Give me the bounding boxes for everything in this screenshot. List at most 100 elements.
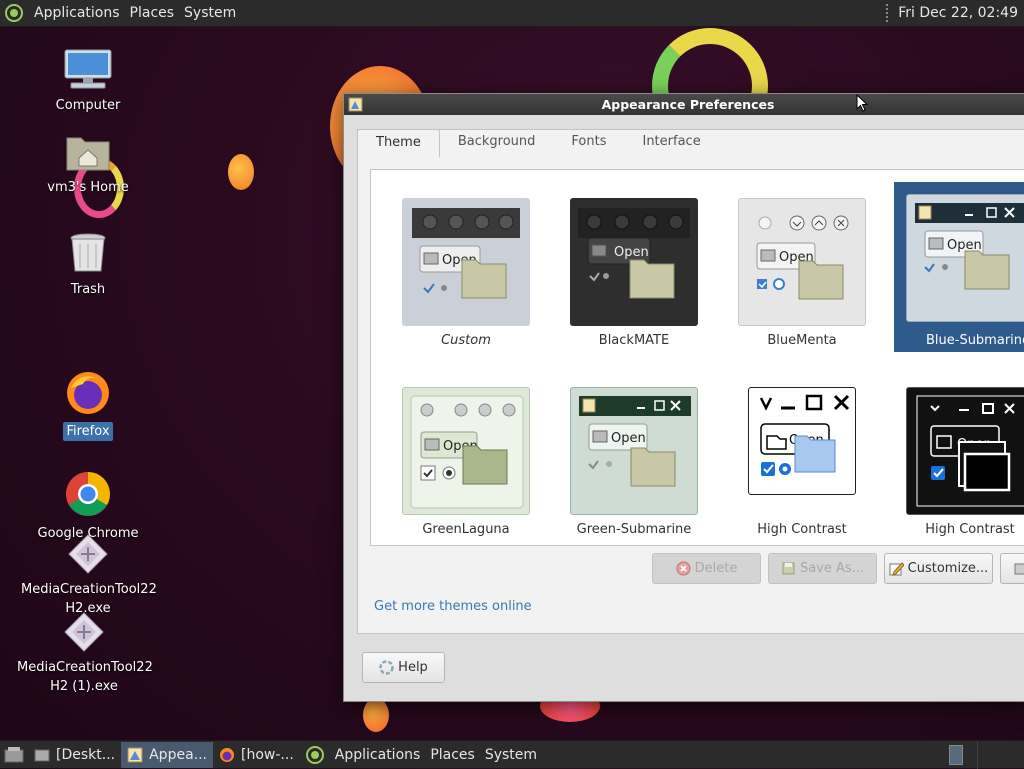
theme-item-high-contrast[interactable]: Open High Contrast (718, 377, 886, 546)
theme-name: Blue-Submarine (894, 333, 1024, 348)
clock[interactable]: Fri Dec 22, 02:49 (898, 5, 1024, 21)
exe-file-icon (64, 612, 104, 652)
top-panel: Applications Places System Fri Dec 22, 0… (0, 0, 1024, 27)
theme-name: High Contrast (718, 522, 886, 537)
theme-preview: Open (748, 387, 856, 495)
theme-name: GreenLaguna (382, 522, 550, 537)
install-button[interactable] (1000, 553, 1024, 584)
firefox-icon (219, 747, 235, 763)
desktop-icon-label-2: H2 (1).exe (47, 677, 121, 696)
theme-name: Custom (382, 333, 550, 348)
theme-preview: Open (570, 387, 698, 515)
desktop-icon-home[interactable]: vm3's Home (18, 132, 158, 197)
panel-separator (977, 741, 978, 769)
theme-item-custom[interactable]: Open Custom (382, 188, 550, 358)
install-icon (1013, 561, 1024, 576)
tab-theme[interactable]: Theme (357, 129, 440, 157)
thumb-open-label: Open (611, 431, 646, 446)
firefox-icon (65, 370, 111, 416)
menu-system-bottom[interactable]: System (480, 747, 542, 763)
appearance-icon (348, 97, 363, 112)
menu-system[interactable]: System (179, 5, 241, 21)
task-appearance[interactable]: Appea... (121, 742, 213, 768)
task-label: [Deskt... (56, 747, 115, 763)
menu-applications[interactable]: Applications (29, 5, 125, 21)
window-titlebar[interactable]: Appearance Preferences (344, 94, 1024, 115)
tab-background[interactable]: Background (440, 129, 554, 157)
save-icon (781, 561, 796, 576)
customize-button[interactable]: Customize... (884, 553, 993, 584)
trash-icon (68, 232, 108, 274)
help-icon (379, 660, 394, 675)
desktop-icon-label: Computer (53, 96, 124, 115)
customize-label: Customize... (908, 561, 989, 576)
bottom-panel: [Deskt... Appea... [how-... Applications… (0, 740, 1024, 768)
theme-preview: Open (906, 194, 1024, 322)
help-label: Help (398, 660, 428, 675)
desktop-icon-label: Firefox (63, 422, 112, 441)
wallpaper-orange-dot (228, 154, 254, 190)
theme-preview: Open (402, 387, 530, 515)
theme-gallery: Open Custom Open (370, 169, 1024, 546)
desktop-icon-trash[interactable]: Trash (18, 232, 158, 299)
menu-places[interactable]: Places (125, 5, 180, 21)
show-desktop-icon (4, 746, 24, 764)
show-desktop-button[interactable] (0, 742, 28, 768)
theme-preview: Open (570, 198, 698, 326)
desktop-icon-mediacreationtool-1[interactable]: MediaCreationTool22H2 (1).exe (14, 612, 154, 696)
task-firefox[interactable]: [how-... (213, 742, 300, 768)
desktop-icon-mediacreationtool[interactable]: MediaCreationTool22H2.exe (18, 534, 158, 618)
desktop-icon (34, 747, 50, 763)
theme-item-greenlaguna[interactable]: Open GreenLaguna (382, 377, 550, 546)
desktop-icon-label: MediaCreationTool22 (18, 580, 160, 599)
theme-preview: Open (738, 198, 866, 326)
theme-item-blackmate[interactable]: Open BlackMATE (550, 188, 718, 358)
menu-applications-bottom[interactable]: Applications (330, 747, 426, 763)
theme-name: BlackMATE (550, 333, 718, 348)
theme-preview: Open (402, 198, 530, 326)
mate-logo-icon[interactable] (306, 746, 324, 764)
task-label: Appea... (149, 747, 207, 763)
wallpaper-orange-dot-bottom (363, 698, 389, 732)
theme-item-blue-submarine[interactable]: Open Blue-Submarine (894, 182, 1024, 352)
save-as-button[interactable]: Save As... (768, 553, 877, 584)
help-button[interactable]: Help (362, 652, 445, 683)
theme-item-green-submarine[interactable]: Open Green-Submarine (550, 377, 718, 546)
get-more-themes-link[interactable]: Get more themes online (374, 599, 532, 614)
thumb-open-label: Open (614, 245, 649, 260)
theme-name: BlueMenta (718, 333, 886, 348)
theme-name: Green-Submarine (550, 522, 718, 537)
desktop-icon-computer[interactable]: Computer (18, 48, 158, 115)
panel-separator (886, 4, 888, 22)
tab-fonts[interactable]: Fonts (553, 129, 624, 157)
edit-icon (889, 561, 904, 576)
window-title: Appearance Preferences (602, 97, 775, 112)
theme-item-high-contrast-inverse[interactable]: Open High Contrast (886, 377, 1024, 546)
delete-icon (676, 561, 691, 576)
menu-places-bottom[interactable]: Places (425, 747, 480, 763)
mate-logo-icon[interactable] (5, 4, 23, 22)
mouse-cursor-icon (856, 94, 868, 112)
theme-name: High Contrast (886, 522, 1024, 537)
tab-interface[interactable]: Interface (624, 129, 718, 157)
workspace-switcher[interactable] (949, 745, 963, 765)
exe-file-icon (68, 534, 108, 574)
delete-button[interactable]: Delete (652, 553, 761, 584)
tab-bar: Theme Background Fonts Interface (357, 129, 719, 156)
chrome-icon (64, 470, 112, 518)
theme-item-bluementa[interactable]: Open BlueMenta (718, 188, 886, 358)
desktop-icon-label: Trash (68, 280, 108, 299)
desktop-icon-label: vm3's Home (44, 178, 132, 197)
desktop-icon-chrome[interactable]: Google Chrome (18, 470, 158, 543)
desktop-icon-firefox[interactable]: Firefox (18, 370, 158, 441)
task-label: [how-... (241, 747, 294, 763)
task-desktop[interactable]: [Deskt... (28, 742, 121, 768)
theme-preview: Open (906, 387, 1024, 515)
appearance-preferences-window: Appearance Preferences Theme Background … (343, 93, 1024, 702)
computer-icon (63, 48, 113, 90)
home-folder-icon (65, 132, 111, 172)
delete-label: Delete (695, 561, 738, 576)
appearance-icon (127, 747, 143, 763)
save-as-label: Save As... (800, 561, 864, 576)
desktop-icon-label: MediaCreationTool22 (14, 658, 156, 677)
